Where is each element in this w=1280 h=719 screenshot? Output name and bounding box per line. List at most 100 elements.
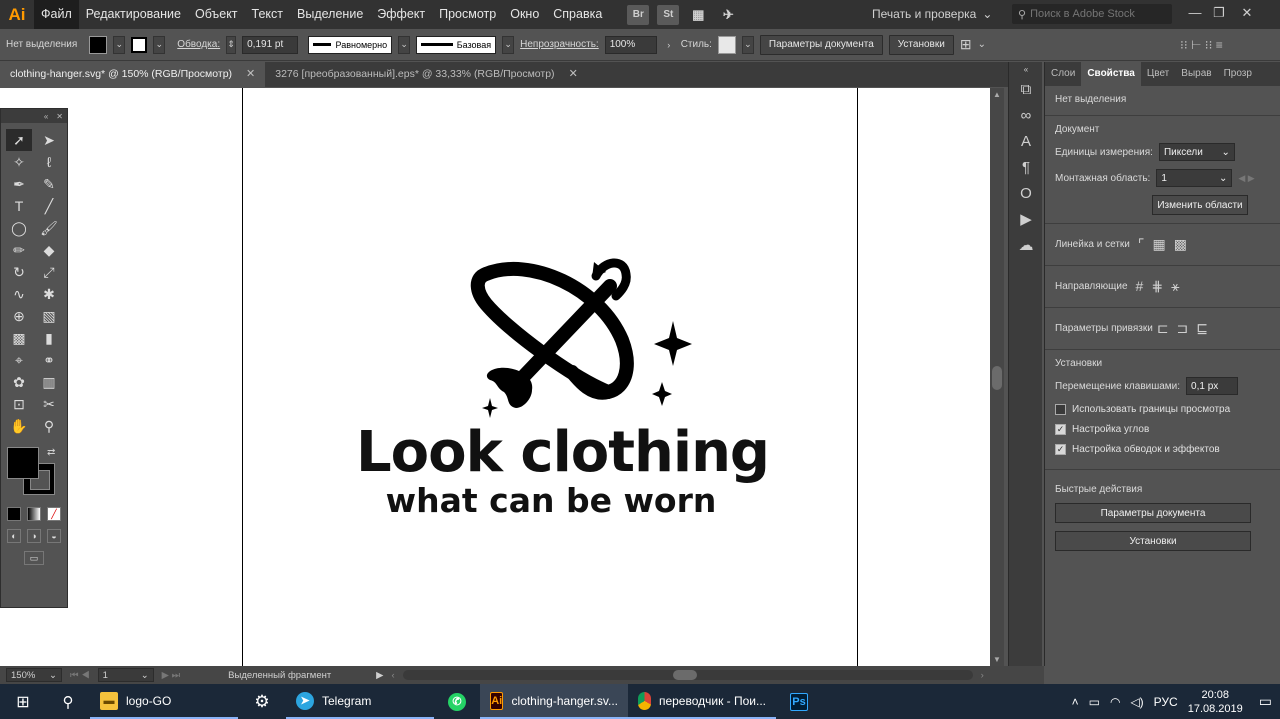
checkbox-unchecked[interactable]	[1055, 404, 1066, 415]
windows-start-icon[interactable]: ⊞	[0, 684, 46, 719]
menu-type[interactable]: Текст	[245, 0, 290, 29]
lasso-tool-icon[interactable]: ℓ	[36, 151, 62, 173]
stock-search[interactable]: ⚲	[1012, 4, 1172, 24]
workspace-switcher[interactable]: Печать и проверка ⌄	[872, 0, 992, 29]
hanger-logo-artwork[interactable]	[420, 248, 700, 418]
rotate-tool-icon[interactable]: ↻	[6, 261, 32, 283]
taskbar-explorer[interactable]: ▬ logo-GO	[90, 684, 238, 719]
vertical-scrollbar[interactable]: ▲ ▼	[990, 88, 1004, 666]
libraries-panel-icon[interactable]: ☁	[1009, 232, 1043, 258]
close-panel-icon[interactable]: ✕	[56, 112, 63, 121]
menu-select[interactable]: Выделение	[290, 0, 370, 29]
taskbar-photoshop[interactable]: Ps	[776, 684, 822, 719]
artboard-next-last-icons[interactable]: ▶ ⏭	[162, 670, 181, 681]
scroll-down-icon[interactable]: ▼	[990, 655, 1004, 664]
fill-swatch[interactable]	[89, 35, 108, 54]
profile-dropdown[interactable]: ⌄	[398, 35, 411, 54]
pencil-tool-icon[interactable]: ✏	[6, 239, 32, 261]
style-dropdown[interactable]: ⌄	[741, 35, 754, 54]
paintbrush-tool-icon[interactable]: 🖌	[36, 217, 62, 239]
close-tab-icon[interactable]: ✕	[246, 62, 255, 87]
style-swatch[interactable]	[717, 35, 736, 54]
opacity-field[interactable]: 100%	[604, 35, 657, 54]
units-select[interactable]: Пиксели ⌄	[1158, 143, 1235, 161]
menu-object[interactable]: Объект	[188, 0, 245, 29]
artwork-title[interactable]: Look clothing	[356, 420, 770, 485]
hscroll-right-icon[interactable]: ›	[981, 670, 984, 681]
horizontal-scrollbar[interactable]	[402, 670, 973, 680]
tab-3276[interactable]: 3276 [преобразованный].eps* @ 33,33% (RG…	[265, 62, 588, 87]
artboard-first-prev-icons[interactable]: ⏮ ◀	[70, 670, 90, 681]
settings-gear-icon[interactable]: ⚙	[238, 684, 286, 719]
scroll-thumb[interactable]	[992, 366, 1002, 390]
draw-behind-icon[interactable]: ◑	[27, 529, 41, 543]
artwork-subtitle[interactable]: what can be worn	[356, 481, 746, 520]
tools-panel-header[interactable]: « ✕	[1, 109, 67, 123]
checkbox-checked[interactable]: ✓	[1055, 424, 1066, 435]
shape-builder-tool-icon[interactable]: ⊕	[6, 305, 32, 327]
draw-inside-icon[interactable]: ◒	[47, 529, 61, 543]
stroke-label[interactable]: Обводка:	[177, 39, 220, 50]
mesh-tool-icon[interactable]: ▩	[6, 327, 32, 349]
artboard-select[interactable]: 1 ⌄	[1156, 169, 1233, 187]
hscroll-left-icon[interactable]: ‹	[391, 670, 394, 681]
guides-icon[interactable]: #	[1136, 278, 1144, 295]
eraser-tool-icon[interactable]: ◆	[36, 239, 62, 261]
none-mode-icon[interactable]: ╱	[47, 507, 61, 521]
brush-definition[interactable]: Базовая	[416, 35, 497, 54]
links-panel-icon[interactable]: ∞	[1009, 102, 1043, 128]
qa-document-setup-button[interactable]: Параметры документа	[1055, 503, 1251, 523]
slice-tool-icon[interactable]: ✂	[36, 393, 62, 415]
tab-transparency[interactable]: Прозр	[1218, 62, 1258, 86]
warp-tool-icon[interactable]: ∿	[6, 283, 32, 305]
tab-clothing-hanger[interactable]: clothing-hanger.svg* @ 150% (RGB/Просмот…	[0, 62, 266, 87]
stroke-weight-field[interactable]: 0,191 pt	[242, 35, 299, 54]
checkbox-checked[interactable]: ✓	[1055, 444, 1066, 455]
eyedropper-tool-icon[interactable]: ⌖	[6, 349, 32, 371]
gradient-mode-icon[interactable]	[27, 507, 41, 521]
lock-guides-icon[interactable]: ⚹	[1171, 278, 1179, 295]
symbol-sprayer-tool-icon[interactable]: ✿	[6, 371, 32, 393]
artboard-nav-field[interactable]: 1 ⌄	[97, 668, 154, 682]
ellipse-tool-icon[interactable]: ◯	[6, 217, 32, 239]
paragraph-panel-icon[interactable]: ¶	[1009, 154, 1043, 180]
taskbar-illustrator[interactable]: Ai clothing-hanger.sv...	[480, 684, 628, 719]
opacity-label[interactable]: Непрозрачность:	[520, 39, 599, 50]
edit-artboards-button[interactable]: Изменить области	[1152, 195, 1248, 215]
magic-wand-tool-icon[interactable]: ✧	[6, 151, 32, 173]
stroke-dropdown[interactable]: ⌄	[153, 35, 166, 54]
menu-effect[interactable]: Эффект	[370, 0, 432, 29]
gradient-tool-icon[interactable]: ▮	[36, 327, 62, 349]
swap-colors-icon[interactable]: ⇄	[47, 447, 55, 458]
scale-tool-icon[interactable]: ⤢	[36, 261, 62, 283]
menu-help[interactable]: Справка	[546, 0, 609, 29]
align-icons[interactable]: ⁝⁝ ⊢ ⁝⁝ ≡	[1180, 38, 1223, 52]
preferences-button[interactable]: Установки	[888, 34, 954, 55]
artboards-panel-icon[interactable]: ⧉	[1009, 76, 1043, 102]
taskbar-telegram[interactable]: ➤ Telegram	[286, 684, 434, 719]
pen-tool-icon[interactable]: ✒	[6, 173, 32, 195]
menu-file[interactable]: Файл	[34, 0, 79, 29]
taskbar-whatsapp[interactable]: ✆	[434, 684, 480, 719]
taskbar-chrome[interactable]: переводчик - Пои...	[628, 684, 776, 719]
arrange-documents-icon[interactable]: ▦	[687, 5, 709, 25]
collapse-dock-icon[interactable]: «	[1009, 62, 1043, 76]
brush-dropdown[interactable]: ⌄	[502, 35, 515, 54]
wifi-icon[interactable]: ◠	[1110, 695, 1120, 709]
stock-button[interactable]: St	[657, 4, 680, 25]
blend-tool-icon[interactable]: ⚭	[36, 349, 62, 371]
arrange-icon[interactable]: ⊞	[960, 36, 972, 53]
tab-properties[interactable]: Свойства	[1081, 62, 1141, 86]
notifications-icon[interactable]: ▭	[1259, 693, 1272, 710]
close-icon[interactable]: ✕	[1236, 3, 1258, 23]
transparency-grid-icon[interactable]: ▩	[1174, 236, 1187, 253]
stroke-swatch[interactable]	[131, 36, 148, 53]
snap-point-icon[interactable]: ⊏	[1157, 320, 1169, 337]
tab-layers[interactable]: Слои	[1045, 62, 1081, 86]
search-icon[interactable]: ⚲	[46, 684, 90, 719]
scale-strokes-option[interactable]: ✓ Настройка обводок и эффектов	[1055, 444, 1270, 455]
variable-width-profile[interactable]: Равномерно	[308, 35, 393, 54]
clock[interactable]: 20:08 17.08.2019	[1188, 688, 1243, 716]
snap-glyph-icon[interactable]: ⊑	[1196, 320, 1208, 337]
graph-tool-icon[interactable]: ▥	[36, 371, 62, 393]
